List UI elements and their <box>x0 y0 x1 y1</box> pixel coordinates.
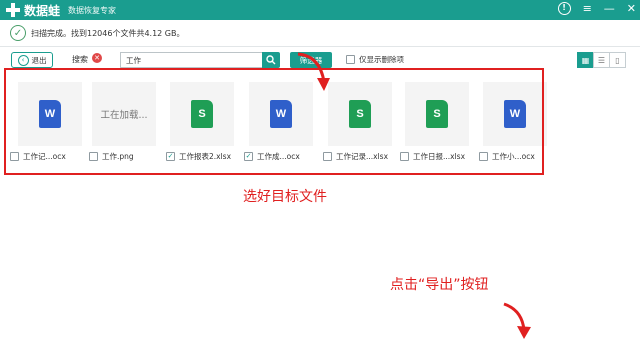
exit-button-label: 退出 <box>31 55 47 65</box>
check-circle-icon: ✓ <box>10 25 26 41</box>
selection-highlight-frame <box>4 68 544 175</box>
divider <box>0 46 640 47</box>
detail-view-icon[interactable]: ▯ <box>609 52 626 68</box>
annotation-select-files: 选好目标文件 <box>243 189 327 205</box>
only-deleted-checkbox[interactable] <box>346 55 355 64</box>
help-icon[interactable]: ! <box>557 2 571 15</box>
only-deleted-label: 仅显示删除项 <box>359 55 404 64</box>
window-controls: ! ≡ — ✕ <box>557 2 636 15</box>
scan-status: ✓ 扫描完成。找到12046个文件共4.12 GB。 <box>10 23 185 43</box>
scan-status-text: 扫描完成。找到12046个文件共4.12 GB。 <box>31 28 185 38</box>
view-switch: ▦ ☰ ▯ <box>577 52 626 68</box>
app-name: 数据蛙 <box>24 3 61 18</box>
annotation-arrow-icon <box>503 302 531 339</box>
only-deleted-toggle[interactable]: 仅显示删除项 <box>346 54 404 65</box>
search-input[interactable]: 工作 <box>120 52 262 68</box>
annotation-click-export: 点击“导出”按钮 <box>390 277 489 293</box>
back-arrow-icon: ‹ <box>17 54 29 66</box>
title-bar: 数据蛙 数据恢复专家 ! ≡ — ✕ <box>0 0 640 20</box>
search-button[interactable] <box>262 52 280 68</box>
exit-button[interactable]: ‹ 退出 <box>11 52 53 68</box>
app-subtitle: 数据恢复专家 <box>68 5 117 15</box>
clear-search-icon[interactable]: ✕ <box>92 53 102 63</box>
list-view-icon[interactable]: ☰ <box>593 52 610 68</box>
close-icon[interactable]: ✕ <box>627 2 636 15</box>
search-icon <box>266 55 276 65</box>
search-label: 搜索 <box>72 55 88 64</box>
menu-icon[interactable]: ≡ <box>583 2 592 15</box>
annotation-arrow-icon <box>297 52 330 91</box>
app-logo-icon <box>6 3 20 17</box>
grid-view-icon[interactable]: ▦ <box>577 52 594 68</box>
minimize-icon[interactable]: — <box>604 2 615 15</box>
